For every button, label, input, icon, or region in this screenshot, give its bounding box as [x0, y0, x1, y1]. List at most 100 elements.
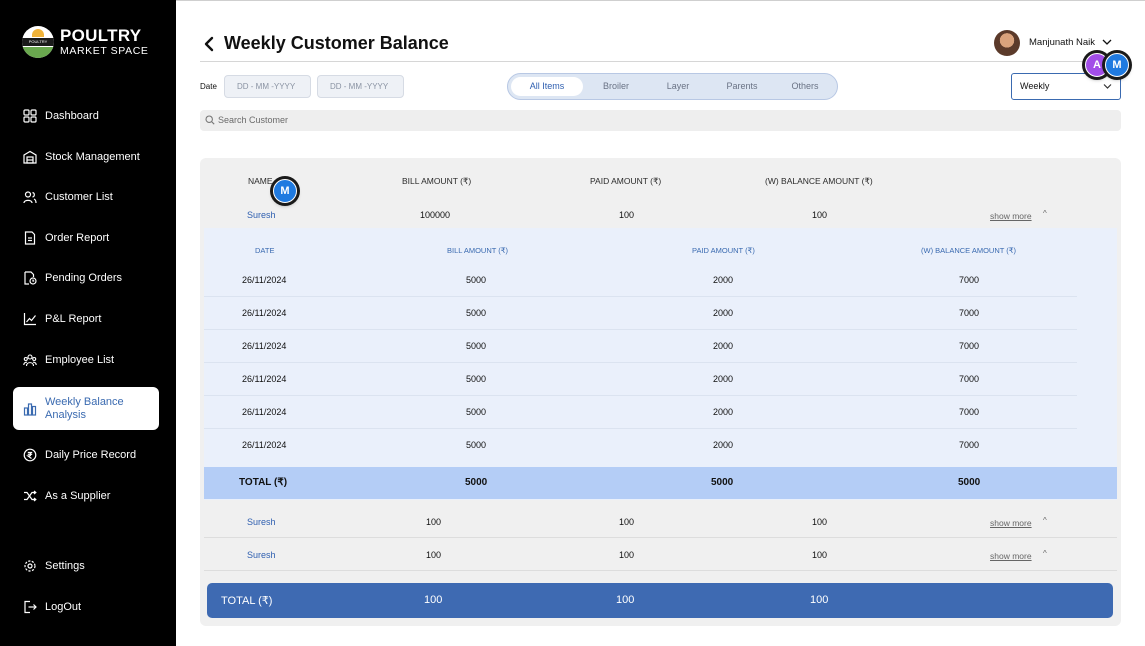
sidebar-item-customer-list[interactable]: Customer List — [13, 190, 159, 204]
balance-cell: 7000 — [959, 407, 980, 417]
column-header-bill: BILL AMOUNT (₹) — [402, 176, 472, 186]
document-icon — [24, 231, 36, 245]
paid-cell: 2000 — [713, 341, 734, 351]
paid-cell: 2000 — [713, 440, 734, 450]
date-from-field[interactable]: DD - MM -YYYY — [224, 75, 311, 98]
collaborator-bubble-m[interactable]: M — [1105, 53, 1129, 77]
chart-line-icon — [23, 313, 36, 326]
sidebar-item-label: P&L Report — [45, 313, 102, 325]
date-cell[interactable]: 26/11/2024 — [242, 341, 286, 351]
chevron-down-icon[interactable] — [1102, 38, 1112, 46]
logo-badge-icon: POULTRY — [22, 26, 54, 58]
paid-cell: 2000 — [713, 407, 734, 417]
grand-total-paid: 100 — [616, 594, 635, 606]
brand-subtitle: MARKET SPACE — [60, 45, 149, 57]
column-header-paid: PAID AMOUNT (₹) — [590, 176, 662, 186]
tab-layer[interactable]: Layer — [650, 77, 706, 96]
balance-amount: 100 — [812, 517, 828, 527]
users-icon — [23, 191, 37, 204]
sidebar-item-pending-orders[interactable]: Pending Orders — [13, 271, 159, 285]
avatar[interactable] — [994, 30, 1020, 56]
collaborator-cursor-m[interactable]: M — [273, 179, 297, 203]
bill-amount: 100 — [426, 550, 442, 560]
warehouse-icon — [23, 150, 37, 164]
bill-cell: 5000 — [466, 374, 487, 384]
sidebar-item-weekly-balance-analysis[interactable]: Weekly Balance Analysis — [13, 387, 159, 430]
paid-amount: 100 — [619, 517, 635, 527]
sidebar-item-label: Stock Management — [45, 151, 140, 163]
back-arrow-icon[interactable] — [202, 35, 216, 53]
sidebar-item-logout[interactable]: LogOut — [13, 600, 159, 614]
chevron-down-icon — [1103, 84, 1112, 89]
sidebar-item-order-report[interactable]: Order Report — [13, 231, 159, 245]
sub-header-paid: PAID AMOUNT (₹) — [692, 246, 755, 255]
date-to-field[interactable]: DD - MM -YYYY — [317, 75, 404, 98]
pending-doc-icon — [24, 271, 37, 285]
bill-amount: 100 — [426, 517, 442, 527]
customer-name-link[interactable]: Suresh — [247, 550, 276, 560]
search-icon — [205, 115, 215, 125]
sidebar-item-label: Customer List — [45, 191, 113, 203]
sidebar-item-label: Weekly Balance Analysis — [45, 395, 124, 421]
table-row: 26/11/2024 5000 2000 7000 — [204, 264, 1117, 297]
sidebar-item-stock-management[interactable]: Stock Management — [13, 150, 159, 164]
show-more-link[interactable]: show more — [990, 211, 1032, 221]
currency-icon — [23, 448, 37, 462]
sub-header-balance: (W) BALANCE AMOUNT (₹) — [921, 246, 1017, 255]
customer-name-link[interactable]: Suresh — [247, 210, 276, 220]
period-select-value: Weekly — [1020, 81, 1050, 91]
show-more-link[interactable]: show more — [990, 518, 1032, 528]
table-row: 26/11/2024 5000 2000 7000 — [204, 330, 1117, 363]
customer-name-link[interactable]: Suresh — [247, 517, 276, 527]
sidebar-item-dashboard[interactable]: Dashboard — [13, 109, 159, 123]
chevron-up-icon[interactable]: ^ — [1043, 516, 1047, 525]
logout-label: LogOut — [45, 601, 82, 613]
user-name[interactable]: Manjunath Naik — [1029, 37, 1095, 48]
balance-amount: 100 — [812, 550, 828, 560]
balance-cell: 7000 — [959, 275, 980, 285]
chevron-up-icon[interactable]: ^ — [1043, 209, 1047, 218]
column-header-balance: (W) BALANCE AMOUNT (₹) — [765, 176, 873, 186]
bill-cell: 5000 — [466, 308, 487, 318]
date-cell[interactable]: 26/11/2024 — [242, 275, 286, 285]
date-cell[interactable]: 26/11/2024 — [242, 308, 286, 318]
settings-label: Settings — [45, 560, 85, 572]
brand-name: POULTRY — [60, 26, 142, 45]
bill-amount: 100000 — [420, 210, 451, 220]
bill-cell: 5000 — [466, 440, 487, 450]
column-header-name: NAME — [248, 176, 273, 186]
period-select[interactable]: Weekly — [1011, 73, 1121, 100]
sidebar-item-label: Daily Price Record — [45, 449, 137, 461]
brand-logo[interactable]: POULTRY POULTRY MARKET SPACE — [22, 26, 149, 58]
sidebar-item-pl-report[interactable]: P&L Report — [13, 312, 159, 326]
balance-cell: 7000 — [959, 308, 980, 318]
bill-cell: 5000 — [466, 275, 487, 285]
sidebar-item-label: Order Report — [45, 232, 110, 244]
table-row: 26/11/2024 5000 2000 7000 — [204, 429, 1117, 462]
tab-parents[interactable]: Parents — [714, 77, 770, 96]
sidebar-item-as-a-supplier[interactable]: As a Supplier — [13, 489, 159, 503]
tab-all-items[interactable]: All Items — [511, 77, 583, 96]
sidebar-item-label: Pending Orders — [45, 272, 123, 284]
tab-broiler[interactable]: Broiler — [588, 77, 644, 96]
paid-amount: 100 — [619, 550, 635, 560]
date-cell[interactable]: 26/11/2024 — [242, 440, 286, 450]
date-cell[interactable]: 26/11/2024 — [242, 374, 286, 384]
sidebar-item-daily-price-record[interactable]: Daily Price Record — [13, 448, 159, 462]
chevron-up-icon[interactable]: ^ — [1043, 549, 1047, 558]
search-input[interactable]: Search Customer — [200, 110, 1121, 131]
date-cell[interactable]: 26/11/2024 — [242, 407, 286, 417]
grand-total-row: TOTAL (₹) 100 100 100 — [207, 583, 1113, 618]
tab-others[interactable]: Others — [777, 77, 833, 96]
show-more-link[interactable]: show more — [990, 551, 1032, 561]
grand-total-bill: 100 — [424, 594, 443, 606]
row-divider — [204, 537, 1117, 538]
sidebar-item-settings[interactable]: Settings — [13, 559, 159, 573]
table-row: 26/11/2024 5000 2000 7000 — [204, 396, 1117, 429]
bar-chart-icon — [23, 402, 37, 416]
table-row: 26/11/2024 5000 2000 7000 — [204, 297, 1117, 330]
gear-icon — [24, 560, 36, 572]
sidebar-item-employee-list[interactable]: Employee List — [13, 353, 159, 367]
search-placeholder: Search Customer — [218, 115, 289, 125]
row-divider — [204, 570, 1117, 571]
